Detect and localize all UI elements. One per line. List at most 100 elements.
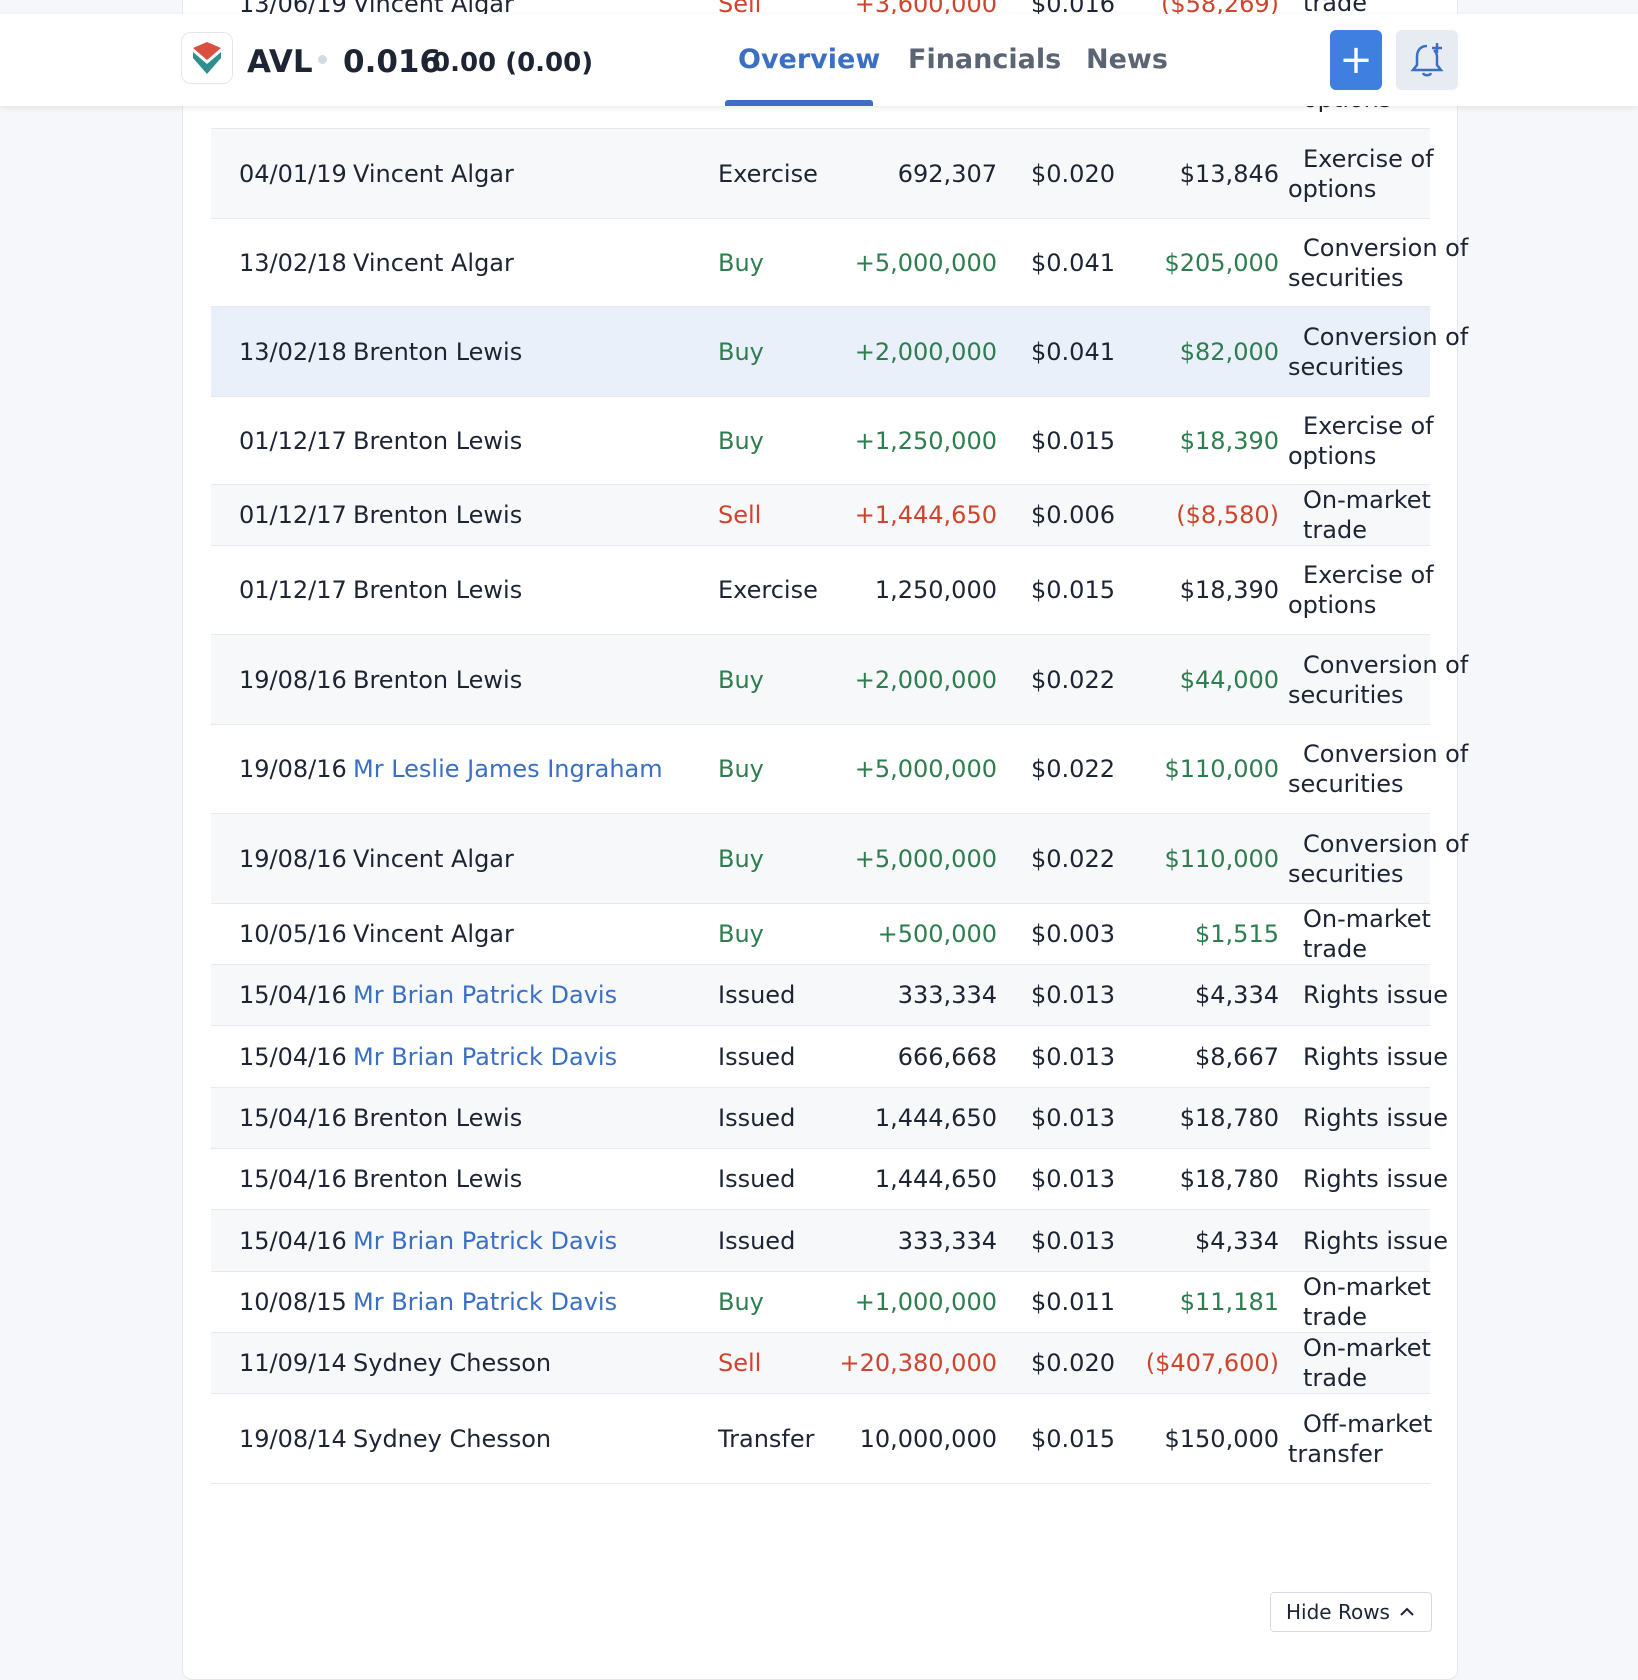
value-cell: $150,000	[1164, 1424, 1279, 1453]
date-cell: 01/12/17	[239, 576, 347, 604]
notes-cell: Rights issue	[1303, 1165, 1448, 1193]
notes-cell: Conversion of securities	[1288, 322, 1469, 381]
price-change: 0.00 (0.00)	[432, 48, 594, 78]
table-row: 15/04/16 Mr Brian Patrick Davis Issued 333,…	[211, 1210, 1448, 1272]
type-cell: Issued	[718, 1104, 796, 1132]
value-cell: $82,000	[1179, 337, 1279, 366]
hide-rows-label: Hide Rows	[1286, 1600, 1390, 1624]
date-cell: 13/02/18	[239, 248, 347, 277]
quantity-cell: +1,250,000	[854, 426, 997, 455]
price-cell: $0.020	[1031, 159, 1115, 188]
notes-cell: Off-market transfer	[1288, 1409, 1433, 1468]
add-button[interactable]: +	[1330, 30, 1382, 90]
type-cell: Buy	[718, 920, 764, 948]
type-cell: Sell	[718, 501, 762, 529]
notes-cell: Rights issue	[1303, 1226, 1448, 1255]
date-cell: 19/08/16	[239, 755, 347, 783]
chevron-up-icon	[1400, 1607, 1414, 1616]
notes-cell: On-market trade	[1303, 486, 1431, 544]
name-cell: Brenton Lewis	[353, 576, 523, 604]
notes-cell: Conversion of securities	[1288, 829, 1469, 888]
type-cell: Sell	[718, 1349, 762, 1377]
table-row: 01/12/17 Brenton Lewis Sell +1,444,650 $0.00…	[211, 485, 1431, 546]
date-cell: 15/04/16	[239, 1042, 347, 1071]
price-cell: $0.013	[1031, 1165, 1115, 1193]
price-cell: $0.020	[1031, 1349, 1115, 1377]
price-cell: $0.013	[1031, 981, 1115, 1009]
price-cell: $0.003	[1031, 920, 1115, 948]
value-cell: $110,000	[1164, 844, 1279, 873]
value-cell: ($8,580)	[1176, 501, 1279, 529]
date-cell: 01/12/17	[239, 426, 347, 455]
notes-cell: Exercise of options	[1288, 411, 1434, 470]
date-cell: 10/08/15	[239, 1288, 347, 1316]
bell-plus-icon	[1410, 43, 1444, 77]
value-cell: $18,780	[1179, 1165, 1279, 1193]
notes-cell: Conversion of securities	[1288, 233, 1469, 292]
date-cell: 01/12/17	[239, 501, 347, 529]
table-row: 15/04/16 Brenton Lewis Issued 1,444,650 $0.0…	[211, 1149, 1448, 1210]
price-cell: $0.011	[1031, 1288, 1115, 1316]
quantity-cell: 1,444,650	[874, 1104, 997, 1132]
notes-cell: On-market trade	[1303, 1273, 1431, 1331]
type-cell: Buy	[718, 665, 764, 694]
value-cell: $4,334	[1195, 981, 1279, 1009]
type-cell: Issued	[718, 981, 796, 1009]
date-cell: 04/01/19	[239, 159, 347, 188]
price-cell: $0.022	[1031, 844, 1115, 873]
type-cell: Exercise	[718, 159, 818, 188]
value-cell: $205,000	[1164, 248, 1279, 277]
table-row: 19/08/16 Brenton Lewis Buy +2,000,000 $0.022…	[211, 635, 1468, 725]
quantity-cell: +5,000,000	[854, 248, 997, 277]
value-cell: $18,390	[1179, 426, 1279, 455]
notes-cell: Exercise of options	[1288, 144, 1434, 203]
date-cell: 15/04/16	[239, 981, 347, 1009]
logo-icon	[193, 42, 221, 74]
date-cell: 19/08/14	[239, 1424, 347, 1453]
tab-overview[interactable]: Overview	[738, 44, 880, 75]
type-cell: Exercise	[718, 576, 818, 604]
table-row: 13/02/18 Brenton Lewis Buy +2,000,000 $0.041…	[211, 307, 1468, 397]
quantity-cell: +5,000,000	[854, 755, 997, 783]
last-price: 0.016	[343, 44, 442, 80]
name-cell: Brenton Lewis	[353, 501, 523, 529]
price-cell: $0.015	[1031, 1424, 1115, 1453]
notes-cell: Rights issue	[1303, 1104, 1448, 1132]
notes-cell: On-market trade	[1303, 1334, 1431, 1392]
quantity-cell: 333,334	[897, 981, 997, 1009]
value-cell: $1,515	[1195, 920, 1279, 948]
type-cell: Buy	[718, 844, 764, 873]
director-link[interactable]: Mr Leslie James Ingraham	[353, 725, 693, 813]
director-link[interactable]: Mr Brian Patrick Davis	[353, 965, 693, 1025]
date-cell: 15/04/16	[239, 1104, 347, 1132]
quantity-cell: +20,380,000	[839, 1349, 997, 1377]
price-cell: $0.013	[1031, 1104, 1115, 1132]
table-row: 11/09/14 Sydney Chesson Sell +20,380,000 $0.…	[211, 1333, 1431, 1394]
hide-rows-button[interactable]: Hide Rows	[1270, 1592, 1432, 1632]
type-cell: Buy	[718, 426, 764, 455]
tab-news[interactable]: News	[1086, 44, 1168, 75]
date-cell: 11/09/14	[239, 1349, 347, 1377]
type-cell: Buy	[718, 1288, 764, 1316]
director-link[interactable]: Mr Brian Patrick Davis	[353, 1210, 693, 1271]
director-link[interactable]: Mr Brian Patrick Davis	[353, 1026, 693, 1087]
director-link[interactable]: Mr Brian Patrick Davis	[353, 1272, 693, 1332]
name-cell: Vincent Algar	[353, 159, 514, 188]
price-cell: $0.022	[1031, 665, 1115, 694]
type-cell: Transfer	[718, 1424, 815, 1453]
table-row: 10/08/15 Mr Brian Patrick Davis Buy +1,000,…	[211, 1272, 1431, 1333]
table-row: 19/08/16 Vincent Algar Buy +5,000,000 $0.022…	[211, 814, 1468, 904]
value-cell: $44,000	[1179, 665, 1279, 694]
tab-financials[interactable]: Financials	[908, 44, 1061, 75]
value-cell: $13,846	[1179, 159, 1279, 188]
alert-button[interactable]	[1396, 30, 1458, 90]
notes-cell: Rights issue	[1303, 981, 1448, 1009]
name-cell: Brenton Lewis	[353, 1165, 523, 1193]
type-cell: Issued	[718, 1226, 796, 1255]
value-cell: $4,334	[1195, 1226, 1279, 1255]
quantity-cell: +5,000,000	[854, 844, 997, 873]
table-row: 10/05/16 Vincent Algar Buy +500,000 $0.003 $1…	[211, 904, 1431, 965]
quantity-cell: 10,000,000	[859, 1424, 997, 1453]
price-cell: $0.013	[1031, 1226, 1115, 1255]
price-cell: $0.013	[1031, 1042, 1115, 1071]
